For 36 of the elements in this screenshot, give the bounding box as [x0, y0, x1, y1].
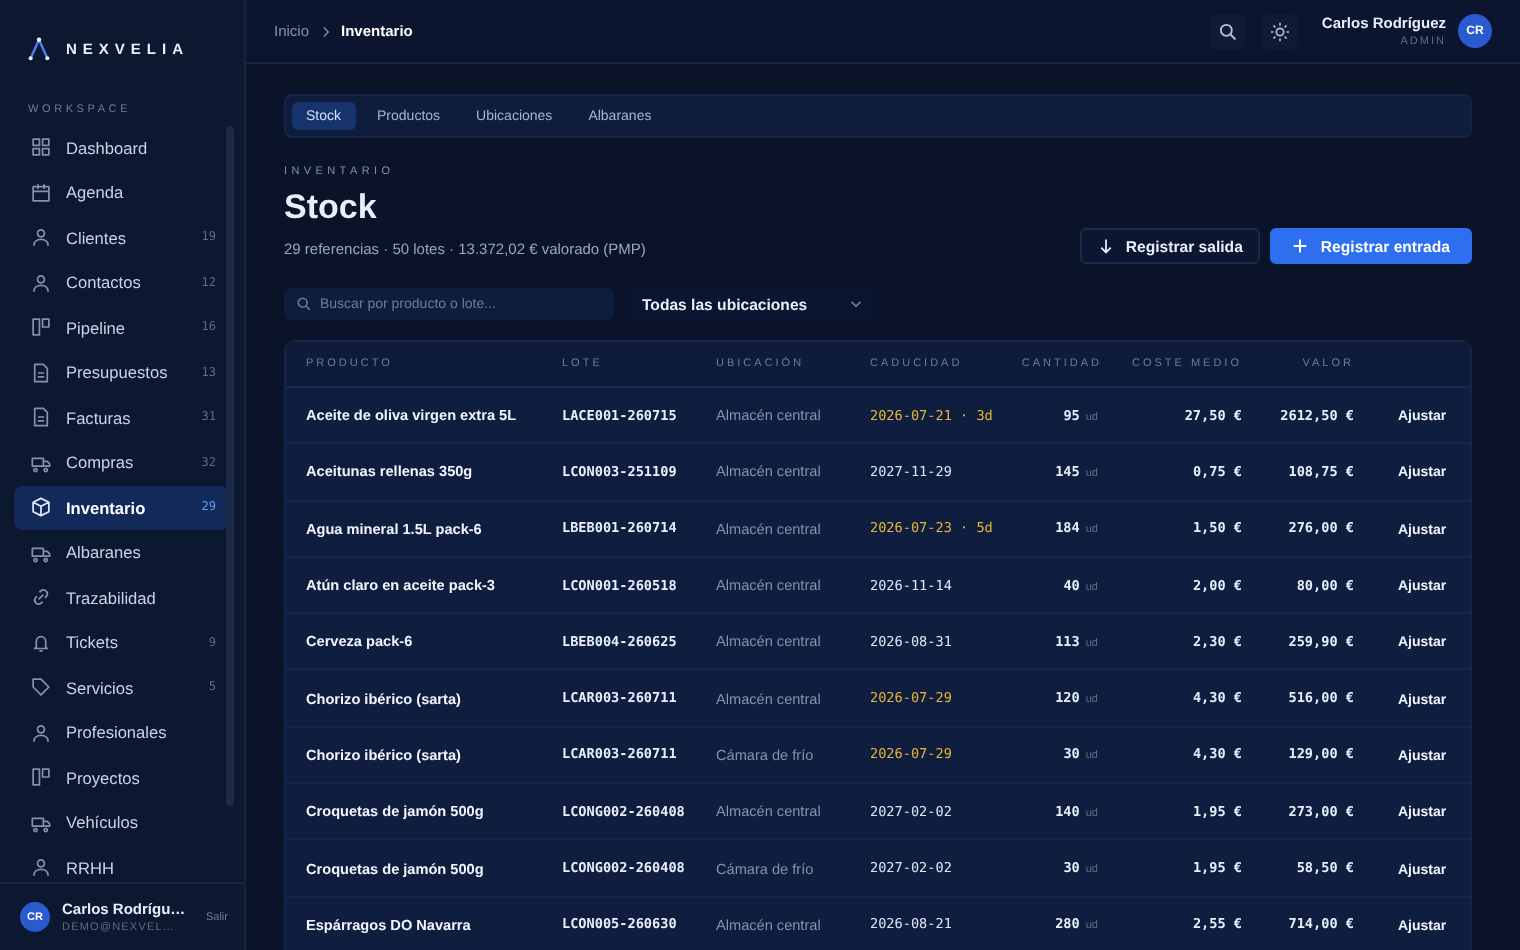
search-icon [1217, 21, 1238, 41]
sun-icon [1269, 21, 1290, 41]
logo-icon [26, 35, 52, 61]
search-icon [296, 296, 312, 312]
link-icon [30, 586, 52, 609]
chevron-icon [319, 25, 332, 37]
plus-icon [1292, 238, 1309, 254]
nav-item[interactable]: Albaranes [14, 531, 228, 574]
grid-icon [30, 136, 52, 159]
nav-item[interactable]: Agenda [14, 171, 228, 214]
nav-item[interactable]: Proyectos [14, 756, 228, 799]
chevron-down-icon [850, 298, 862, 310]
kanban-icon [30, 766, 52, 789]
tag-icon [30, 676, 52, 699]
search-button[interactable] [1209, 13, 1246, 49]
truck-icon [30, 541, 52, 564]
nav-item[interactable]: Trazabilidad [14, 576, 228, 619]
person-icon [30, 271, 52, 294]
nav-item[interactable]: Profesionales [14, 711, 228, 754]
kanban-icon [30, 316, 52, 339]
person-icon [30, 721, 52, 744]
nav-item[interactable]: Vehículos [14, 801, 228, 844]
truck-icon [30, 451, 52, 474]
nav-item[interactable]: RRHH [14, 846, 228, 882]
arrow-down-icon [1097, 238, 1114, 254]
truck-icon [30, 811, 52, 834]
page-title: Stock [284, 188, 379, 228]
nav-item[interactable]: Dashboard [14, 126, 228, 169]
person-icon [30, 226, 52, 249]
document-icon [30, 361, 52, 384]
document-icon [30, 406, 52, 429]
theme-toggle[interactable] [1261, 13, 1298, 49]
bell-icon [30, 631, 52, 654]
calendar-icon [30, 181, 52, 204]
person-icon [30, 856, 52, 879]
cube-icon [30, 496, 52, 519]
